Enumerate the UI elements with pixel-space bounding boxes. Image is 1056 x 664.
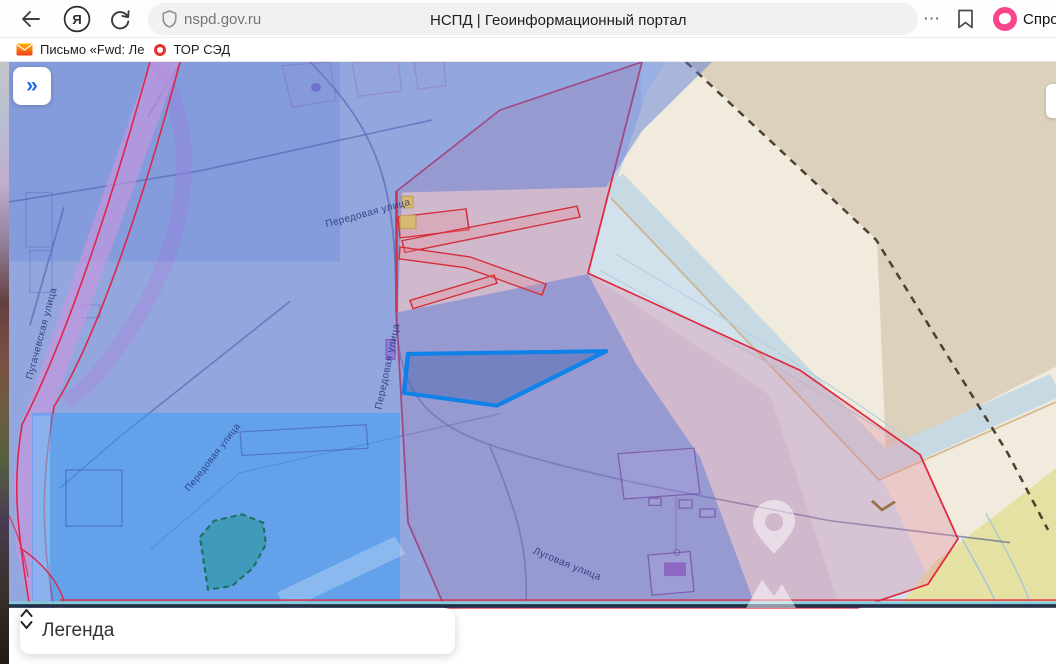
bookmark-flag-icon: [957, 9, 973, 29]
double-chevron-right-icon: »: [26, 74, 38, 97]
yandex-button[interactable]: Я: [58, 0, 96, 38]
svg-text:Я: Я: [72, 12, 81, 27]
address-bar[interactable]: nspd.gov.ru НСПД | Геоинформационный пор…: [148, 3, 918, 35]
back-button[interactable]: [14, 0, 48, 38]
dots-icon: ⋯: [923, 9, 941, 28]
bookmark-label: Письмо «Fwd: Ле: [40, 42, 145, 57]
map-layers: [0, 62, 1056, 611]
alice-label: Спро: [1023, 10, 1056, 28]
building-purple-fill: [664, 562, 686, 577]
mail-icon: [16, 43, 33, 56]
right-edge-panel-handle[interactable]: [1046, 84, 1056, 118]
bookmark-button[interactable]: [950, 0, 980, 38]
bookmarks-bar: Письмо «Fwd: Ле ТОР СЭД: [0, 38, 1056, 62]
browser-toolbar: Я nspd.gov.ru НСПД | Геоинформационный п…: [0, 0, 1056, 38]
refresh-icon: [111, 10, 130, 30]
extensions-menu-button[interactable]: ⋯: [916, 0, 948, 38]
browser-window: { "browser": { "url": "nspd.gov.ru", "pa…: [0, 0, 1056, 664]
bookmark-item-mail[interactable]: Письмо «Fwd: Ле: [16, 42, 144, 57]
url-text[interactable]: nspd.gov.ru: [184, 11, 261, 28]
refresh-button[interactable]: [102, 0, 138, 38]
record-ring-icon: [154, 43, 167, 56]
zone-blue-tint: [8, 62, 340, 262]
alice-assistant-button[interactable]: Спро: [993, 7, 1056, 31]
building-tan: [399, 214, 417, 230]
zone-rect-edge: [33, 415, 50, 602]
site-security-shield-icon[interactable]: [162, 10, 177, 28]
expand-sidebar-button[interactable]: »: [13, 67, 51, 105]
desktop-wallpaper-sliver: [0, 62, 9, 664]
back-arrow-icon: [22, 11, 40, 27]
bottom-cyan-strip: [8, 601, 1056, 605]
alice-icon: [993, 7, 1017, 31]
legend-label: Легенда: [42, 620, 115, 641]
legend-dropdown[interactable]: Легенда: [20, 608, 455, 654]
map-canvas[interactable]: Передовая улица Передовая улица Пугачевс…: [0, 62, 1056, 664]
yandex-icon: Я: [63, 5, 91, 33]
bookmark-item-tor-sed[interactable]: ТОР СЭД: [154, 42, 230, 57]
page-title: НСПД | Геоинформационный портал: [430, 12, 687, 29]
bookmark-label: ТОР СЭД: [173, 42, 231, 57]
sort-chevrons-icon: [20, 609, 33, 629]
